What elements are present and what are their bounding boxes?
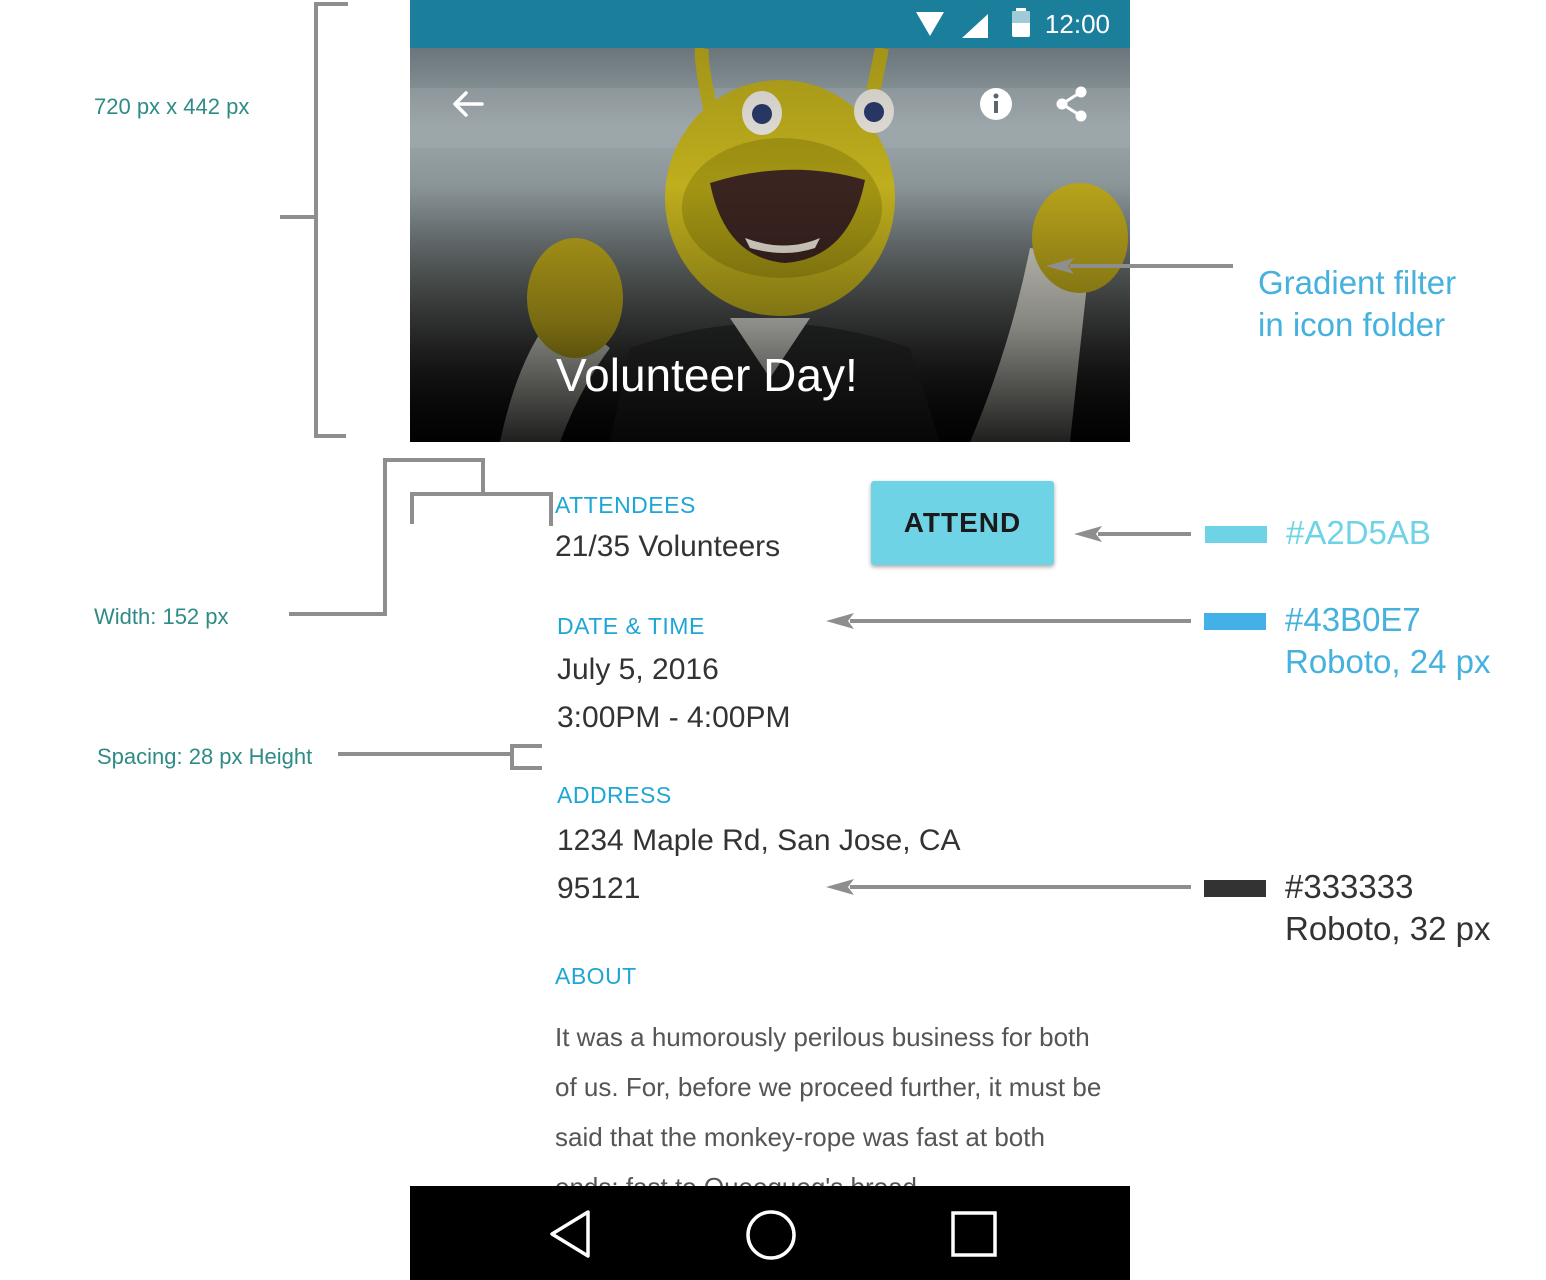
- bracket-cap: [314, 2, 348, 6]
- size-annotation: 720 px x 442 px: [94, 94, 250, 119]
- text-color-arrow: [850, 885, 1191, 889]
- bracket-cap: [314, 434, 346, 438]
- nav-recents-icon[interactable]: [950, 1210, 998, 1258]
- arrowhead-icon: [826, 879, 854, 895]
- status-time: 12:00: [1044, 9, 1110, 39]
- width-bracket: [410, 492, 414, 524]
- spacing-bracket: [510, 766, 542, 770]
- date-time-label: DATE & TIME: [557, 613, 705, 639]
- battery-icon: [1012, 8, 1030, 37]
- button-color-annotation: #A2D5AB: [1286, 514, 1431, 551]
- event-date: July 5, 2016: [557, 653, 719, 686]
- label-color-swatch: [1204, 613, 1266, 630]
- width-bracket: [549, 492, 553, 526]
- info-icon[interactable]: [974, 82, 1018, 126]
- about-label: ABOUT: [555, 963, 637, 989]
- back-arrow-icon[interactable]: [446, 82, 490, 126]
- label-font-annotation: Roboto, 24 px: [1285, 643, 1491, 680]
- arrowhead-icon: [1074, 526, 1102, 542]
- navigation-bar: [410, 1186, 1130, 1280]
- button-color-arrow: [1098, 532, 1191, 536]
- gradient-annotation-line2: in icon folder: [1258, 306, 1446, 343]
- width-leader: [289, 612, 387, 616]
- bracket-leader: [280, 215, 316, 219]
- width-bracket: [383, 458, 387, 616]
- address-label: ADDRESS: [557, 782, 672, 808]
- phone-screen: 12:00 Volunteer Day! ATTENDEES 21/35 Vol…: [410, 0, 1130, 1280]
- text-color-swatch: [1204, 880, 1266, 897]
- gradient-annotation-line1: Gradient filter: [1258, 264, 1457, 301]
- nav-home-icon[interactable]: [744, 1208, 798, 1262]
- nav-back-icon[interactable]: [546, 1208, 596, 1260]
- text-font-annotation: Roboto, 32 px: [1285, 910, 1491, 947]
- attendees-value: 21/35 Volunteers: [555, 530, 781, 563]
- spacing-bracket: [510, 744, 542, 748]
- width-bracket: [410, 492, 553, 496]
- width-annotation: Width: 152 px: [94, 604, 229, 629]
- share-icon[interactable]: [1050, 82, 1094, 126]
- attendees-label: ATTENDEES: [555, 492, 696, 518]
- attend-button[interactable]: ATTEND: [871, 481, 1054, 565]
- address-line-2: 95121: [557, 872, 641, 905]
- label-color-annotation: #43B0E7: [1285, 601, 1421, 638]
- text-color-annotation: #333333: [1285, 868, 1414, 905]
- width-bracket: [481, 458, 485, 494]
- width-bracket: [383, 458, 485, 462]
- hero-image: Volunteer Day!: [410, 48, 1130, 442]
- address-line-1: 1234 Maple Rd, San Jose, CA: [557, 824, 961, 857]
- size-bracket: [314, 2, 318, 438]
- wifi-icon: [916, 12, 944, 36]
- arrowhead-icon: [1046, 258, 1074, 274]
- label-color-arrow: [850, 619, 1191, 623]
- spacing-annotation: Spacing: 28 px Height: [97, 744, 313, 769]
- status-bar: 12:00: [410, 0, 1130, 48]
- signal-icon: [962, 14, 988, 38]
- arrowhead-icon: [826, 613, 854, 629]
- gradient-arrow: [1070, 264, 1233, 268]
- about-text: It was a humorously perilous business fo…: [555, 1022, 1102, 1202]
- event-time: 3:00PM - 4:00PM: [557, 701, 791, 734]
- button-color-swatch: [1205, 526, 1267, 543]
- event-title: Volunteer Day!: [556, 349, 858, 401]
- spacing-leader: [338, 752, 514, 756]
